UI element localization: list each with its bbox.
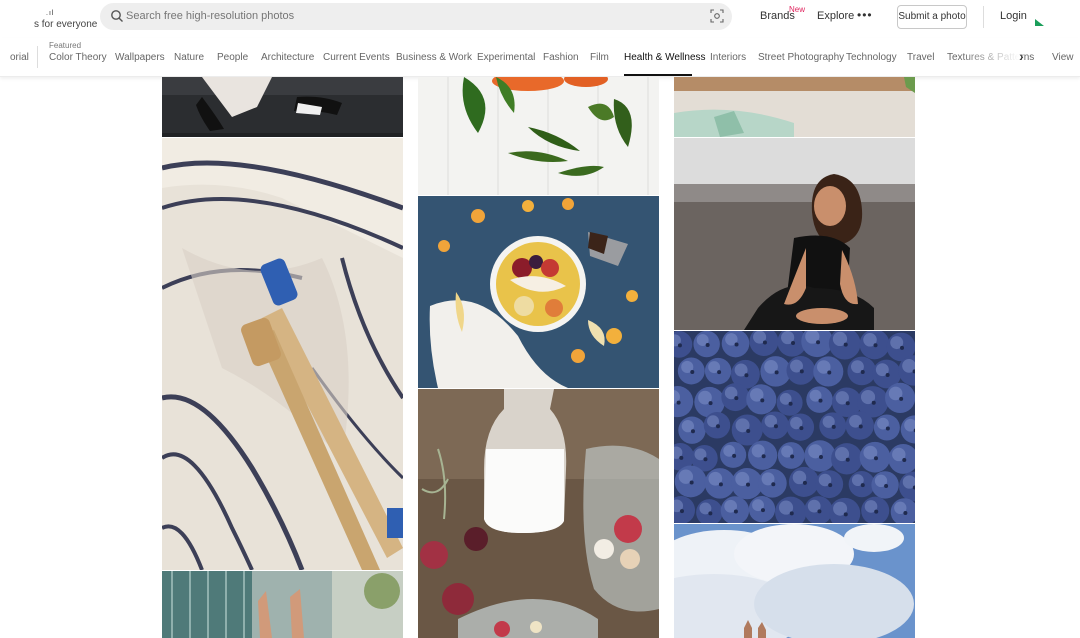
visual-search-icon[interactable] [710,9,724,23]
nav-item-view-all[interactable]: View [1052,52,1074,63]
logo-mark: .ıl [46,10,55,17]
chevron-right-icon[interactable]: › [1019,48,1024,64]
new-badge: New [789,5,806,14]
nav-item-street-photography[interactable]: Street Photography [758,52,844,63]
nav-item-business-work[interactable]: Business & Work [396,52,472,63]
cursor-icon [1035,19,1044,26]
more-menu-icon[interactable]: ••• [857,8,873,22]
nav-item-interiors[interactable]: Interiors [710,52,746,63]
search-input[interactable]: Search free high-resolution photos [100,3,732,30]
photo-green-leaves[interactable] [418,77,659,195]
photo-blueberries[interactable] [674,331,915,523]
nav-item-technology[interactable]: Technology [846,52,897,63]
nav-item-travel[interactable]: Travel [907,52,934,63]
nav-item-people[interactable]: People [217,52,248,63]
nav-fade [960,38,1020,76]
nav-item-health-wellness[interactable]: Health & Wellness [624,52,706,63]
active-tab-underline [624,74,692,76]
top-bar: .ıl s for everyone Search free high-reso… [0,0,1080,34]
photo-milk-bottle[interactable] [418,389,659,638]
search-icon [110,9,124,23]
photo-bamboo-toothbrushes[interactable] [162,138,403,570]
nav-item-wallpapers[interactable]: Wallpapers [115,52,165,63]
submit-photo-button[interactable]: Submit a photo [897,5,967,29]
logo-tagline: s for everyone [34,19,98,30]
photo-green-dishes[interactable] [674,77,915,137]
logo[interactable]: .ıl s for everyone [34,8,97,30]
header-divider [983,6,984,28]
login-link[interactable]: Login [1000,10,1027,22]
nav-item-nature[interactable]: Nature [174,52,204,63]
photo-building-hands[interactable] [162,571,403,638]
featured-label: Featured [49,41,82,50]
nav-item-current-events[interactable]: Current Events [323,52,390,63]
photo-fruit-bowl[interactable] [418,196,659,388]
photo-woman-smiling[interactable] [674,138,915,330]
nav-item-editorial[interactable]: orial [10,52,29,63]
search-placeholder: Search free high-resolution photos [126,10,295,22]
nav-item-color-theory[interactable]: Color Theory [49,52,107,63]
nav-item-architecture[interactable]: Architecture [261,52,314,63]
explore-link[interactable]: Explore [817,10,854,22]
photo-sky-clouds[interactable] [674,524,915,638]
nav-item-film[interactable]: Film [590,52,609,63]
nav-item-experimental[interactable]: Experimental [477,52,535,63]
photo-legs-workout[interactable] [162,77,403,137]
category-nav: orial Featured Color Theory Wallpapers N… [0,38,1080,77]
nav-item-fashion[interactable]: Fashion [543,52,579,63]
photo-grid [0,77,1080,638]
nav-divider [37,46,38,68]
